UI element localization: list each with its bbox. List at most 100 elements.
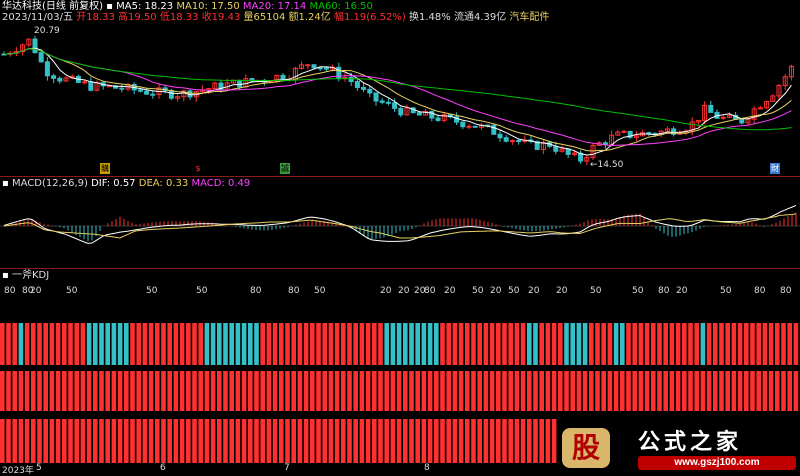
kdj-signal-bar — [167, 323, 172, 365]
kdj-signal-bar — [719, 323, 724, 365]
kdj-signal-bar — [210, 323, 216, 365]
candle-down — [51, 75, 57, 79]
kdj-signal-bar — [768, 323, 774, 365]
kdj-strength-bar — [136, 419, 141, 463]
kdj-signal-bar — [347, 323, 352, 365]
event-tag-buy[interactable]: 購 — [100, 163, 110, 174]
candle-down — [361, 87, 367, 90]
kdj-level-label: 20 — [528, 286, 540, 296]
kdj-trend-bar — [415, 371, 420, 411]
kdj-signal-bar — [241, 323, 247, 365]
kdj-strength-bar — [142, 419, 148, 463]
candle-up — [509, 140, 515, 143]
kdj-strength-bar — [148, 419, 154, 463]
kdj-strength-bar — [533, 419, 538, 463]
kdj-strength-bar — [483, 419, 489, 463]
kdj-trend-bar — [607, 371, 613, 411]
kdj-signal-bar — [558, 323, 563, 365]
kdj-signal-bar — [489, 323, 495, 365]
kdj-trend-bar — [105, 371, 110, 411]
kdj-trend-bar — [179, 371, 185, 411]
low-price-value: 14.50 — [597, 160, 624, 170]
kdj-trend-bar — [737, 371, 743, 411]
kdj-trend-bar — [496, 371, 501, 411]
quote-close: 收19.43 — [201, 12, 241, 23]
kdj-strength-bar — [167, 419, 172, 463]
kdj-strength-bar — [204, 419, 210, 463]
kdj-level-label: 80 — [4, 286, 16, 296]
event-tag-dividend[interactable]: $ — [193, 163, 203, 174]
macd-chart[interactable] — [0, 190, 800, 268]
kdj-trend-bar — [148, 371, 154, 411]
kdj-trend-bar — [663, 371, 668, 411]
kdj-trend-bar — [682, 371, 687, 411]
event-tag-finance[interactable]: 財 — [770, 163, 780, 174]
kdj-trend-bar — [787, 371, 792, 411]
kdj-level-label: 50 — [314, 286, 326, 296]
kdj-trend-bar — [533, 371, 538, 411]
kdj-signal-bar — [254, 323, 259, 365]
kdj-trend-bar — [0, 371, 5, 411]
kdj-signal-bar — [328, 323, 334, 365]
kdj-strength-bar — [372, 419, 377, 463]
kdj-strength-bar — [55, 419, 61, 463]
event-tag-announce[interactable]: 誠 — [280, 163, 290, 174]
kdj-level-label: 50 — [66, 286, 78, 296]
candle-down — [373, 92, 379, 102]
kdj-trend-bar — [229, 371, 234, 411]
kdj-signal-bar — [186, 323, 191, 365]
kdj-signal-bar — [694, 323, 699, 365]
kdj-signal-bar — [564, 323, 569, 365]
kdj-signal-bar — [80, 323, 86, 365]
kdj-signal-bar — [688, 323, 693, 365]
candle-down — [32, 38, 38, 54]
kdj-signal-bar — [291, 323, 296, 365]
kdj-trend-bar — [595, 371, 600, 411]
kdj-signal-bar — [613, 323, 619, 365]
kdj-strength-bar — [434, 419, 439, 463]
kdj-trend-bar — [74, 371, 79, 411]
kdj-trend-bar — [37, 371, 42, 411]
kdj-trend-bar — [6, 371, 11, 411]
kdj-trend-bar — [55, 371, 61, 411]
kdj-signal-bar — [576, 323, 582, 365]
kdj-strength-bar — [527, 419, 532, 463]
kdj-strength-bar — [155, 419, 160, 463]
candle-down — [367, 88, 373, 94]
kdj-trend-bar — [43, 371, 48, 411]
kdj-signal-bar — [341, 323, 346, 365]
kdj-strength-bar — [508, 419, 513, 463]
price-chart[interactable] — [0, 24, 800, 176]
kdj-trend-bar — [18, 371, 24, 411]
kdj-signal-bar — [781, 323, 786, 365]
kdj-signal-bar — [117, 323, 123, 365]
kdj-strength-bar — [223, 419, 228, 463]
kdj-trend-bar — [644, 371, 650, 411]
kdj-signal-bar — [415, 323, 420, 365]
kdj-strength-bar — [260, 419, 265, 463]
kdj-signal-bar — [6, 323, 11, 365]
kdj-signal-bar — [520, 323, 526, 365]
kdj-trend-bar — [564, 371, 569, 411]
kdj-level-label: 80 — [658, 286, 670, 296]
kdj-trend-bar — [260, 371, 265, 411]
kdj-trend-bar — [576, 371, 582, 411]
kdj-strength-bar — [62, 419, 67, 463]
quote-turnover: 换1.48% — [409, 12, 451, 23]
kdj-level-label: 80 — [780, 286, 792, 296]
kdj-trend-bar — [241, 371, 247, 411]
candle-up — [720, 116, 726, 119]
kdj-strength-bar — [43, 419, 48, 463]
candle-down — [491, 124, 497, 135]
kdj-level-label: 80 — [250, 286, 262, 296]
kdj-signal-bar — [384, 323, 389, 365]
kdj-signal-bar — [260, 323, 265, 365]
kdj-trend-bar — [347, 371, 352, 411]
kdj-signal-bar — [105, 323, 110, 365]
kdj-signal-bar — [372, 323, 377, 365]
kdj-signal-bar — [248, 323, 253, 365]
kdj-trend-bar — [117, 371, 123, 411]
kdj-signal-bar — [334, 323, 340, 365]
low-price-label: ←14.50 — [590, 160, 624, 170]
kdj-signal-bar — [130, 323, 135, 365]
